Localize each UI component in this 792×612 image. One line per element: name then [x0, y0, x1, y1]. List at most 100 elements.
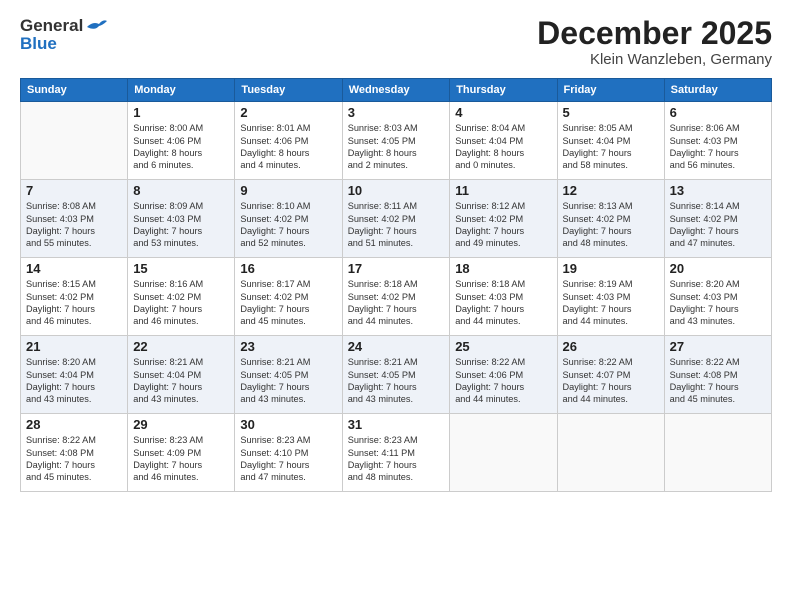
calendar-week-row: 1Sunrise: 8:00 AM Sunset: 4:06 PM Daylig… — [21, 102, 772, 180]
cell-date-number: 26 — [563, 339, 659, 354]
cell-info-text: Sunrise: 8:11 AM Sunset: 4:02 PM Dayligh… — [348, 200, 445, 250]
calendar-cell: 12 Sunrise: 8:13 AM Sunset: 4:02 PM Dayli… — [557, 180, 664, 258]
calendar-title: December 2025 — [537, 16, 772, 51]
cell-info-text: Sunrise: 8:20 AM Sunset: 4:03 PM Dayligh… — [670, 278, 766, 328]
cell-date-number: 7 — [26, 183, 122, 198]
calendar-cell: 15Sunrise: 8:16 AM Sunset: 4:02 PM Dayli… — [128, 258, 235, 336]
cell-date-number: 12 — [563, 183, 659, 198]
cell-date-number: 31 — [348, 417, 445, 432]
calendar-cell: 16 Sunrise: 8:17 AM Sunset: 4:02 PM Dayli… — [235, 258, 342, 336]
calendar-cell: 13Sunrise: 8:14 AM Sunset: 4:02 PM Dayli… — [664, 180, 771, 258]
cell-date-number: 24 — [348, 339, 445, 354]
header-friday: Friday — [557, 79, 664, 102]
calendar-cell: 18 Sunrise: 8:18 AM Sunset: 4:03 PM Dayli… — [450, 258, 557, 336]
calendar-cell: 4 Sunrise: 8:04 AM Sunset: 4:04 PM Daylig… — [450, 102, 557, 180]
cell-date-number: 30 — [240, 417, 336, 432]
header: General Blue December 2025 Klein Wanzleb… — [20, 16, 772, 68]
cell-info-text: Sunrise: 8:21 AM Sunset: 4:05 PM Dayligh… — [348, 356, 445, 406]
cell-date-number: 25 — [455, 339, 551, 354]
calendar-cell: 20 Sunrise: 8:20 AM Sunset: 4:03 PM Dayli… — [664, 258, 771, 336]
calendar-subtitle: Klein Wanzleben, Germany — [537, 51, 772, 68]
calendar-cell: 17 Sunrise: 8:18 AM Sunset: 4:02 PM Dayli… — [342, 258, 450, 336]
calendar-cell: 2Sunrise: 8:01 AM Sunset: 4:06 PM Daylig… — [235, 102, 342, 180]
cell-date-number: 21 — [26, 339, 122, 354]
calendar-cell: 7 Sunrise: 8:08 AM Sunset: 4:03 PM Daylig… — [21, 180, 128, 258]
cell-date-number: 10 — [348, 183, 445, 198]
calendar-cell — [21, 102, 128, 180]
calendar-cell: 14 Sunrise: 8:15 AM Sunset: 4:02 PM Dayli… — [21, 258, 128, 336]
calendar-cell: 21 Sunrise: 8:20 AM Sunset: 4:04 PM Dayli… — [21, 336, 128, 414]
calendar-cell: 30Sunrise: 8:23 AM Sunset: 4:10 PM Dayli… — [235, 414, 342, 492]
cell-info-text: Sunrise: 8:13 AM Sunset: 4:02 PM Dayligh… — [563, 200, 659, 250]
calendar-cell — [557, 414, 664, 492]
cell-info-text: Sunrise: 8:10 AM Sunset: 4:02 PM Dayligh… — [240, 200, 336, 250]
calendar-cell: 26 Sunrise: 8:22 AM Sunset: 4:07 PM Dayli… — [557, 336, 664, 414]
cell-date-number: 18 — [455, 261, 551, 276]
cell-date-number: 16 — [240, 261, 336, 276]
cell-date-number: 15 — [133, 261, 229, 276]
title-block: December 2025 Klein Wanzleben, Germany — [537, 16, 772, 68]
calendar-cell: 10 Sunrise: 8:11 AM Sunset: 4:02 PM Dayli… — [342, 180, 450, 258]
cell-date-number: 27 — [670, 339, 766, 354]
calendar-cell: 22Sunrise: 8:21 AM Sunset: 4:04 PM Dayli… — [128, 336, 235, 414]
cell-info-text: Sunrise: 8:15 AM Sunset: 4:02 PM Dayligh… — [26, 278, 122, 328]
page: General Blue December 2025 Klein Wanzleb… — [0, 0, 792, 612]
calendar-cell: 9 Sunrise: 8:10 AM Sunset: 4:02 PM Daylig… — [235, 180, 342, 258]
calendar-cell: 28Sunrise: 8:22 AM Sunset: 4:08 PM Dayli… — [21, 414, 128, 492]
header-wednesday: Wednesday — [342, 79, 450, 102]
cell-date-number: 6 — [670, 105, 766, 120]
logo-text-general: General — [20, 16, 83, 36]
cell-info-text: Sunrise: 8:00 AM Sunset: 4:06 PM Dayligh… — [133, 122, 229, 172]
calendar-cell: 19 Sunrise: 8:19 AM Sunset: 4:03 PM Dayli… — [557, 258, 664, 336]
cell-info-text: Sunrise: 8:03 AM Sunset: 4:05 PM Dayligh… — [348, 122, 445, 172]
cell-date-number: 11 — [455, 183, 551, 198]
cell-info-text: Sunrise: 8:21 AM Sunset: 4:05 PM Dayligh… — [240, 356, 336, 406]
logo-text-blue: Blue — [20, 34, 57, 54]
cell-date-number: 28 — [26, 417, 122, 432]
cell-info-text: Sunrise: 8:23 AM Sunset: 4:09 PM Dayligh… — [133, 434, 229, 484]
header-thursday: Thursday — [450, 79, 557, 102]
calendar-cell: 11Sunrise: 8:12 AM Sunset: 4:02 PM Dayli… — [450, 180, 557, 258]
cell-info-text: Sunrise: 8:18 AM Sunset: 4:03 PM Dayligh… — [455, 278, 551, 328]
cell-date-number: 5 — [563, 105, 659, 120]
cell-info-text: Sunrise: 8:05 AM Sunset: 4:04 PM Dayligh… — [563, 122, 659, 172]
calendar-cell: 8 Sunrise: 8:09 AM Sunset: 4:03 PM Daylig… — [128, 180, 235, 258]
cell-date-number: 19 — [563, 261, 659, 276]
calendar-cell: 23 Sunrise: 8:21 AM Sunset: 4:05 PM Dayli… — [235, 336, 342, 414]
header-saturday: Saturday — [664, 79, 771, 102]
cell-date-number: 8 — [133, 183, 229, 198]
cell-date-number: 14 — [26, 261, 122, 276]
cell-info-text: Sunrise: 8:18 AM Sunset: 4:02 PM Dayligh… — [348, 278, 445, 328]
calendar-cell: 31Sunrise: 8:23 AM Sunset: 4:11 PM Dayli… — [342, 414, 450, 492]
calendar-week-row: 7 Sunrise: 8:08 AM Sunset: 4:03 PM Daylig… — [21, 180, 772, 258]
cell-info-text: Sunrise: 8:08 AM Sunset: 4:03 PM Dayligh… — [26, 200, 122, 250]
calendar-table: Sunday Monday Tuesday Wednesday Thursday… — [20, 78, 772, 492]
cell-info-text: Sunrise: 8:22 AM Sunset: 4:06 PM Dayligh… — [455, 356, 551, 406]
cell-info-text: Sunrise: 8:19 AM Sunset: 4:03 PM Dayligh… — [563, 278, 659, 328]
cell-info-text: Sunrise: 8:22 AM Sunset: 4:08 PM Dayligh… — [670, 356, 766, 406]
calendar-header-row: Sunday Monday Tuesday Wednesday Thursday… — [21, 79, 772, 102]
cell-info-text: Sunrise: 8:01 AM Sunset: 4:06 PM Dayligh… — [240, 122, 336, 172]
header-monday: Monday — [128, 79, 235, 102]
cell-date-number: 4 — [455, 105, 551, 120]
calendar-cell: 5 Sunrise: 8:05 AM Sunset: 4:04 PM Daylig… — [557, 102, 664, 180]
cell-date-number: 9 — [240, 183, 336, 198]
calendar-cell — [450, 414, 557, 492]
calendar-cell — [664, 414, 771, 492]
cell-date-number: 23 — [240, 339, 336, 354]
cell-date-number: 17 — [348, 261, 445, 276]
cell-info-text: Sunrise: 8:17 AM Sunset: 4:02 PM Dayligh… — [240, 278, 336, 328]
cell-info-text: Sunrise: 8:22 AM Sunset: 4:07 PM Dayligh… — [563, 356, 659, 406]
header-tuesday: Tuesday — [235, 79, 342, 102]
calendar-cell: 29Sunrise: 8:23 AM Sunset: 4:09 PM Dayli… — [128, 414, 235, 492]
cell-info-text: Sunrise: 8:04 AM Sunset: 4:04 PM Dayligh… — [455, 122, 551, 172]
calendar-cell: 6Sunrise: 8:06 AM Sunset: 4:03 PM Daylig… — [664, 102, 771, 180]
calendar-week-row: 21 Sunrise: 8:20 AM Sunset: 4:04 PM Dayli… — [21, 336, 772, 414]
calendar-cell: 24 Sunrise: 8:21 AM Sunset: 4:05 PM Dayli… — [342, 336, 450, 414]
cell-info-text: Sunrise: 8:09 AM Sunset: 4:03 PM Dayligh… — [133, 200, 229, 250]
logo: General Blue — [20, 16, 107, 54]
cell-date-number: 13 — [670, 183, 766, 198]
cell-info-text: Sunrise: 8:21 AM Sunset: 4:04 PM Dayligh… — [133, 356, 229, 406]
cell-date-number: 20 — [670, 261, 766, 276]
cell-info-text: Sunrise: 8:20 AM Sunset: 4:04 PM Dayligh… — [26, 356, 122, 406]
